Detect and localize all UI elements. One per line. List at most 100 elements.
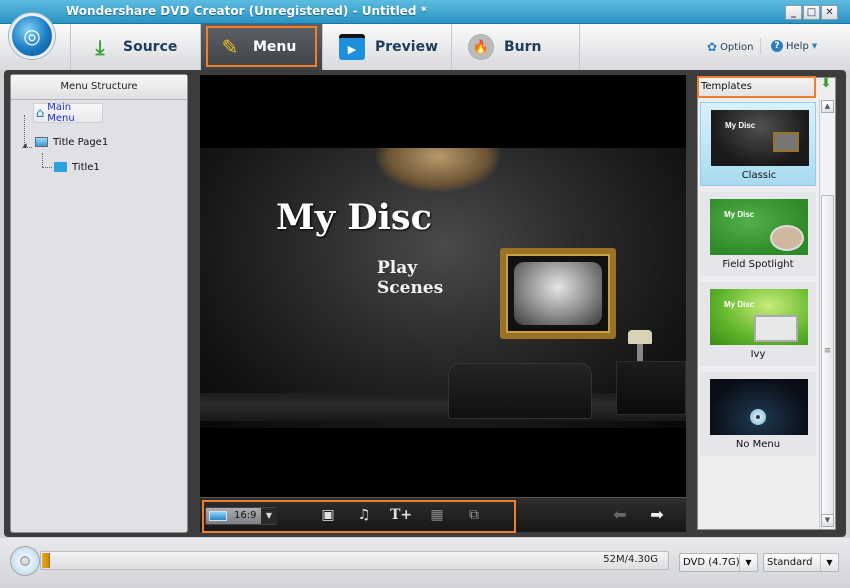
thumb-photo bbox=[754, 315, 798, 342]
add-thumbnail-button[interactable]: ⧉ bbox=[464, 505, 484, 525]
capacity-bar: 52M/4.30G bbox=[40, 551, 669, 570]
app-logo-button[interactable]: ◎ bbox=[9, 13, 55, 59]
toolbar-divider bbox=[760, 38, 761, 54]
scenes-menu-button[interactable]: Scenes bbox=[377, 278, 443, 298]
templates-scrollbar[interactable]: ▲ ≡ ▼ bbox=[819, 99, 834, 529]
templates-header: Templates bbox=[697, 76, 816, 98]
tree-item-title-page[interactable]: Title Page1 bbox=[33, 132, 110, 152]
minimize-button[interactable]: _ bbox=[785, 5, 802, 20]
template-label: Classic bbox=[741, 170, 777, 181]
chevron-down-icon: ▼ bbox=[820, 554, 838, 571]
tab-burn[interactable]: 🔥 Burn bbox=[452, 24, 580, 70]
template-thumbnail: My Disc bbox=[711, 110, 809, 166]
background-music-button[interactable]: ♫ bbox=[354, 505, 374, 525]
template-thumb-title: My Disc bbox=[724, 300, 755, 309]
tree-item-main-menu[interactable]: ⌂ Main Menu bbox=[33, 102, 103, 124]
film-add-icon: ⧉ bbox=[469, 507, 479, 523]
disc-title-text[interactable]: My Disc bbox=[276, 197, 432, 238]
tree-item-label: Main Menu bbox=[47, 102, 75, 124]
menu-preview-canvas[interactable]: My Disc Play Scenes bbox=[200, 75, 686, 497]
template-label: Field Spotlight bbox=[722, 259, 794, 270]
tab-menu[interactable]: ✎ Menu bbox=[201, 24, 323, 70]
tab-burn-label: Burn bbox=[504, 39, 542, 55]
template-field-spotlight[interactable]: My Disc Field Spotlight bbox=[700, 192, 816, 276]
grid-icon: ▦ bbox=[430, 507, 444, 523]
disc-icon bbox=[10, 546, 40, 576]
disc-type-value: DVD (4.7G) bbox=[683, 557, 740, 568]
menu-structure-header: Menu Structure bbox=[11, 75, 187, 100]
background-image-button[interactable]: ▣ bbox=[318, 505, 338, 525]
lamp-shade-image bbox=[628, 330, 652, 344]
tab-preview-label: Preview bbox=[375, 39, 439, 55]
template-no-menu[interactable]: No Menu bbox=[700, 372, 816, 456]
template-label: No Menu bbox=[735, 439, 781, 450]
tab-source-label: Source bbox=[123, 39, 178, 55]
thumb-photo bbox=[770, 225, 804, 251]
lamp-base-image bbox=[637, 344, 643, 361]
tree-connector bbox=[42, 167, 52, 168]
menu-structure-panel: Menu Structure ⌂ Main Menu ◢ Title Page1… bbox=[10, 74, 188, 533]
scroll-down-button[interactable]: ▼ bbox=[821, 514, 834, 527]
tab-source[interactable]: ⤓ Source bbox=[70, 24, 201, 70]
aspect-ratio-value: 16:9 bbox=[234, 510, 257, 521]
close-button[interactable]: ✕ bbox=[821, 5, 838, 20]
disc-logo-icon: ◎ bbox=[23, 24, 41, 48]
capacity-fill bbox=[42, 553, 50, 568]
tab-preview[interactable]: ▶ Preview bbox=[323, 24, 452, 70]
quality-select[interactable]: Standard ▼ bbox=[763, 553, 839, 572]
tree-expand-icon[interactable]: ◢ bbox=[22, 142, 27, 149]
picture-frame[interactable] bbox=[500, 248, 616, 339]
aspect-ratio-select[interactable]: 16:9 ▼ bbox=[205, 507, 277, 525]
window-title: Wondershare DVD Creator (Unregistered) -… bbox=[66, 4, 427, 18]
next-page-button[interactable]: ➡ bbox=[647, 505, 667, 525]
tab-highlight-frame bbox=[206, 26, 317, 67]
tree-connector bbox=[42, 153, 43, 167]
play-menu-button[interactable]: Play bbox=[377, 258, 417, 278]
option-label: Option bbox=[720, 41, 754, 53]
home-icon: ⌂ bbox=[36, 105, 45, 121]
disc-flame-icon: 🔥 bbox=[468, 34, 494, 60]
download-arrow-icon: ⤓ bbox=[95, 35, 105, 59]
help-label: Help bbox=[786, 40, 809, 52]
arrow-left-icon: ⬅ bbox=[613, 505, 627, 524]
monitor-icon bbox=[35, 137, 48, 147]
scrollbar-thumb[interactable]: ≡ bbox=[821, 195, 834, 515]
chevron-down-icon[interactable]: ▼ bbox=[261, 508, 277, 524]
tree-item-label: Title1 bbox=[72, 161, 100, 173]
scroll-up-button[interactable]: ▲ bbox=[821, 100, 834, 113]
download-templates-button[interactable]: ⬇ bbox=[818, 76, 834, 94]
disc-icon bbox=[750, 409, 766, 425]
music-note-icon: ♫ bbox=[357, 507, 371, 523]
chevron-down-icon: ▼ bbox=[739, 554, 757, 571]
capacity-text: 52M/4.30G bbox=[603, 554, 658, 565]
previous-page-button[interactable]: ⬅ bbox=[610, 505, 630, 525]
arrow-right-icon: ➡ bbox=[650, 505, 664, 524]
template-ivy[interactable]: My Disc Ivy bbox=[700, 282, 816, 366]
image-icon: ▣ bbox=[321, 507, 335, 523]
chapter-button[interactable]: ▦ bbox=[427, 505, 447, 525]
add-text-button[interactable]: T+ bbox=[390, 505, 413, 525]
template-thumb-title: My Disc bbox=[725, 121, 756, 130]
help-button[interactable]: ? Help ▼ bbox=[771, 40, 817, 52]
sofa-image bbox=[448, 363, 592, 419]
floor-image bbox=[200, 393, 686, 421]
folder-icon bbox=[54, 162, 67, 172]
chevron-down-icon: ▼ bbox=[811, 42, 818, 50]
gear-icon: ✿ bbox=[707, 40, 718, 54]
thumb-frame bbox=[773, 132, 799, 152]
template-thumb-title: My Disc bbox=[724, 210, 755, 219]
maximize-button[interactable]: □ bbox=[803, 5, 820, 20]
option-button[interactable]: ✿ Option bbox=[707, 40, 753, 54]
grip-icon: ≡ bbox=[823, 346, 832, 356]
disc-type-select[interactable]: DVD (4.7G) ▼ bbox=[679, 553, 758, 572]
template-label: Ivy bbox=[750, 349, 766, 360]
download-arrow-icon: ⬇ bbox=[820, 76, 832, 91]
tree-item-title[interactable]: Title1 bbox=[52, 157, 102, 177]
template-thumbnail: My Disc bbox=[710, 199, 808, 255]
cabinet-image bbox=[616, 361, 686, 415]
template-thumbnail bbox=[710, 379, 808, 435]
template-classic[interactable]: My Disc Classic bbox=[700, 102, 816, 186]
text-add-icon: T+ bbox=[390, 507, 413, 523]
thumbnail-photo bbox=[514, 262, 602, 325]
template-thumbnail: My Disc bbox=[710, 289, 808, 345]
